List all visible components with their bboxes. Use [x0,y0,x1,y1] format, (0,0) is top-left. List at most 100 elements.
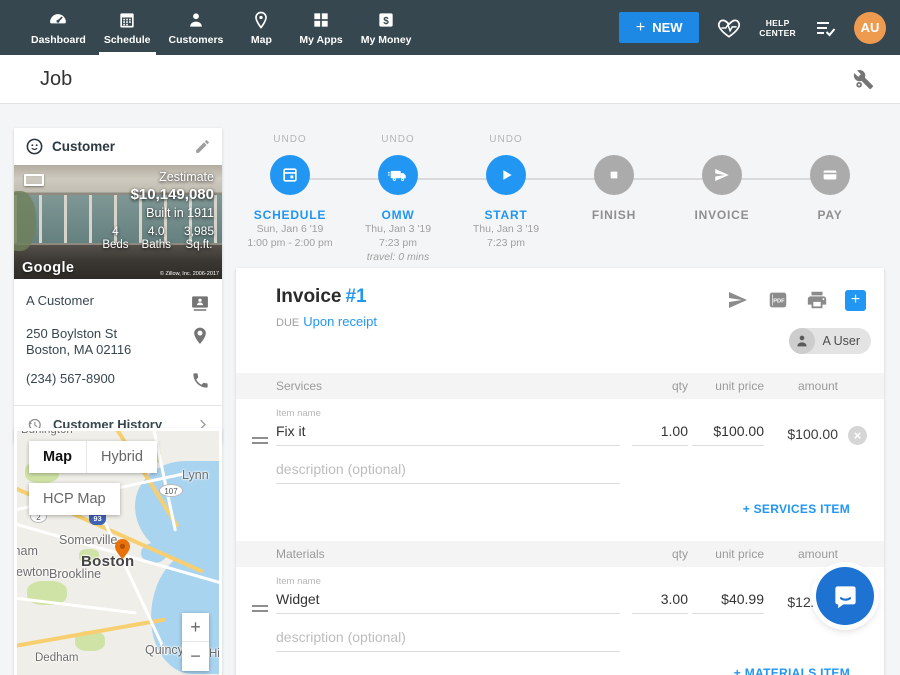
page-header: Job [0,55,900,104]
service-qty-input[interactable] [632,420,688,446]
baths-label: Baths [142,239,171,251]
unit-price-column-header: unit price [688,547,764,561]
checklist-icon[interactable] [813,16,837,40]
stop-icon [606,167,622,183]
add-materials-item-link[interactable]: + MATERIALS ITEM [734,666,850,675]
material-description-input[interactable] [276,626,620,652]
timeline-step-pay[interactable]: PAY [776,134,884,264]
job-settings-button[interactable] [853,69,874,95]
invoice-actions: PDF + [726,288,866,312]
start-step-circle[interactable] [486,155,526,195]
truck-icon [387,164,409,186]
customer-contact: A Customer 250 Boylston StBoston, MA 021… [14,279,222,405]
amount-column-header: amount [762,547,838,561]
assigned-user-chip[interactable]: A User [789,328,871,354]
route-107-badge: 107 [159,484,183,497]
pdf-icon: PDF [767,289,789,311]
material-unit-price-input[interactable] [692,588,764,614]
service-item-name-input[interactable] [276,420,620,446]
app-window: Dashboard Schedule Customers Map My Apps… [0,0,900,675]
service-description-input[interactable] [276,458,620,484]
map-type-hybrid-button[interactable]: Hybrid [86,441,157,473]
phone-icon[interactable] [191,371,210,390]
nav-label: Map [251,34,272,46]
send-icon [726,288,750,312]
materials-section-header: Materials qty unit price amount [236,541,884,567]
heart-pulse-icon[interactable] [716,15,742,41]
property-stats: 4Beds 4.0Baths 3,985Sq.ft. [102,224,214,251]
service-unit-price-input[interactable] [692,420,764,446]
customer-address-row: 250 Boylston StBoston, MA 02116 [26,326,210,358]
map-type-map-button[interactable]: Map [29,441,86,473]
zoom-in-button[interactable]: + [182,613,209,642]
chat-bubble-icon [832,583,859,610]
nav-item-map[interactable]: Map [232,0,290,55]
customer-phone: (234) 567-8900 [26,371,115,387]
undo-link[interactable]: UNDO [344,134,452,145]
chat-launcher-button[interactable] [816,567,874,625]
material-item-name-input[interactable] [276,588,620,614]
street-view-icon [24,174,44,186]
calendar-icon [280,165,300,185]
invoice-step-circle[interactable] [702,155,742,195]
pay-step-circle[interactable] [810,155,850,195]
map-canvas[interactable]: Burlington Lynn 107 2 93 Somerville Walt… [17,431,219,675]
svg-text:$: $ [383,15,389,26]
customer-address: 250 Boylston StBoston, MA 02116 [26,326,131,358]
edit-pencil-icon[interactable] [194,138,211,155]
map-label-quincy: Quincy [145,643,184,657]
due-label: DUE [276,317,299,329]
timeline-step-invoice[interactable]: INVOICE [668,134,776,264]
zoom-out-button[interactable]: − [182,642,209,671]
assigned-user-name: A User [822,334,860,348]
material-qty-input[interactable] [632,588,688,614]
drag-handle[interactable] [252,602,268,615]
address-line2: Boston, MA 02116 [26,342,131,357]
hcp-map-button[interactable]: HCP Map [29,483,120,515]
nav-item-my-money[interactable]: $ My Money [352,0,421,55]
nav-tabs: Dashboard Schedule Customers Map My Apps… [0,0,421,55]
help-center-link[interactable]: HELP CENTER [759,18,796,38]
sqft-value: 3,985 [184,224,214,238]
user-avatar[interactable]: AU [854,12,886,44]
location-pin-icon[interactable] [190,326,210,346]
timeline-step-omw[interactable]: UNDO OMW Thu, Jan 3 '19 7:23 pm travel: … [344,134,452,264]
print-button[interactable] [806,289,828,311]
invoice-number[interactable]: #1 [345,286,366,307]
contact-card-icon[interactable] [190,293,210,313]
due-value-link[interactable]: Upon receipt [303,314,377,329]
add-services-item-link[interactable]: + SERVICES ITEM [743,502,850,516]
timeline-step-start[interactable]: UNDO START Thu, Jan 3 '19 7:23 pm [452,134,560,264]
item-name-label: Item name [276,408,321,419]
unit-price-column-header: unit price [688,379,764,393]
step-time: 7:23 pm [452,236,560,250]
amount-column-header: amount [762,379,838,393]
add-invoice-button[interactable]: + [845,290,866,311]
drag-handle[interactable] [252,434,268,447]
undo-link[interactable]: UNDO [452,134,560,145]
materials-title: Materials [276,547,325,561]
timeline-step-schedule[interactable]: UNDO SCHEDULE Sun, Jan 6 '19 1:00 pm - 2… [236,134,344,264]
finish-step-circle[interactable] [594,155,634,195]
undo-link[interactable]: UNDO [236,134,344,145]
pdf-button[interactable]: PDF [767,289,789,311]
customer-card: Customer Zestimate $10,149,080 Built in … [14,128,222,443]
customer-card-title: Customer [52,139,186,154]
qty-column-header: qty [638,379,688,393]
beds-label: Beds [102,239,128,251]
nav-label: My Apps [299,34,342,46]
service-amount: $100.00 [762,426,838,442]
schedule-step-circle[interactable] [270,155,310,195]
omw-step-circle[interactable] [378,155,418,195]
nav-item-schedule[interactable]: Schedule [95,0,160,55]
map-label-newton: Newton [17,565,49,579]
nav-item-dashboard[interactable]: Dashboard [22,0,95,55]
nav-item-my-apps[interactable]: My Apps [290,0,351,55]
timeline-step-finish[interactable]: FINISH [560,134,668,264]
new-button[interactable]: + NEW [619,12,699,43]
property-photo[interactable]: Zestimate $10,149,080 Built in 1911 4Bed… [14,165,222,279]
send-invoice-button[interactable] [726,288,750,312]
remove-service-item-button[interactable]: × [848,426,867,445]
step-label: SCHEDULE [236,208,344,222]
nav-item-customers[interactable]: Customers [160,0,233,55]
